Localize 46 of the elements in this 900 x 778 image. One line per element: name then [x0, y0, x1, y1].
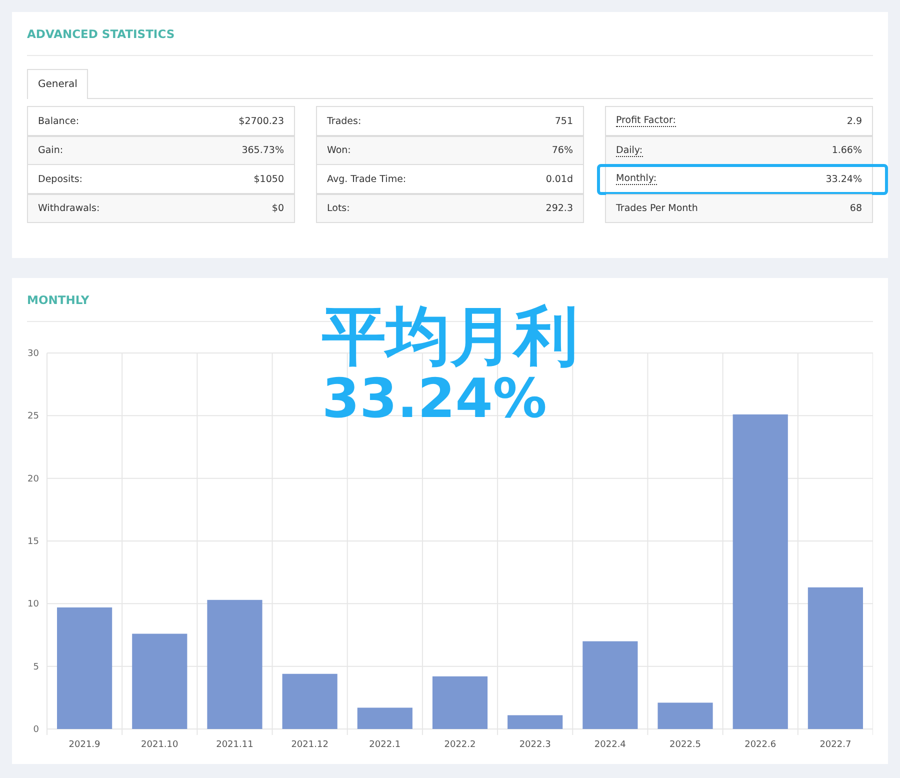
- stat-label: Withdrawals:: [38, 203, 100, 214]
- stat-value: 2.9: [846, 116, 862, 126]
- stat-value: 292.3: [546, 203, 573, 214]
- y-tick-label: 20: [28, 474, 39, 484]
- stat-value: 68: [850, 203, 862, 214]
- x-tick-label: 2022.2: [444, 740, 476, 750]
- x-tick-label: 2021.11: [216, 740, 254, 750]
- stat-label: Lots:: [327, 203, 350, 214]
- stat-label: Balance:: [38, 116, 80, 126]
- stat-label: Daily:: [616, 144, 643, 156]
- stat-value: 0.01d: [546, 174, 573, 184]
- x-tick-label: 2021.9: [68, 740, 100, 750]
- y-tick-label: 25: [28, 412, 39, 422]
- x-tick-label: 2022.4: [594, 740, 626, 750]
- stat-value: $2700.23: [238, 116, 284, 126]
- stat-value: 76%: [552, 145, 573, 156]
- y-tick-label: 30: [28, 349, 39, 359]
- stat-label: Gain:: [38, 145, 64, 156]
- stat-value: 33.24%: [826, 174, 862, 184]
- x-tick-label: 2021.12: [291, 740, 328, 750]
- x-tick-label: 2022.7: [820, 740, 852, 750]
- stat-label: Won:: [327, 145, 351, 156]
- stat-label: Avg. Trade Time:: [327, 174, 406, 184]
- tab[interactable]: General: [27, 69, 88, 99]
- y-tick-label: 15: [28, 537, 39, 547]
- stat-value: $0: [272, 203, 284, 214]
- x-tick-label: 2022.5: [670, 740, 702, 750]
- section-title: ADVANCED STATISTICS: [27, 28, 176, 40]
- stat-value: 365.73%: [242, 145, 284, 156]
- stat-value: 751: [554, 116, 573, 126]
- stat-label: Monthly:: [616, 173, 657, 185]
- stat-label: Trades Per Month: [616, 203, 698, 214]
- y-tick-label: 10: [28, 600, 39, 610]
- x-tick-label: 2022.6: [744, 740, 776, 750]
- x-tick-label: 2022.3: [519, 740, 551, 750]
- stat-value: 1.66%: [832, 145, 862, 156]
- stat-label: Deposits:: [38, 174, 82, 184]
- section-title: MONTHLY: [27, 294, 90, 306]
- stat-value: $1050: [254, 174, 284, 184]
- annotation-text: 平均月利 33.24%: [322, 304, 578, 428]
- stat-label: Trades:: [327, 116, 362, 126]
- y-tick-label: 0: [33, 725, 39, 735]
- stat-label: Profit Factor:: [616, 115, 676, 127]
- x-tick-label: 2022.1: [369, 740, 401, 750]
- y-tick-label: 5: [33, 662, 39, 672]
- x-tick-label: 2021.10: [141, 740, 178, 750]
